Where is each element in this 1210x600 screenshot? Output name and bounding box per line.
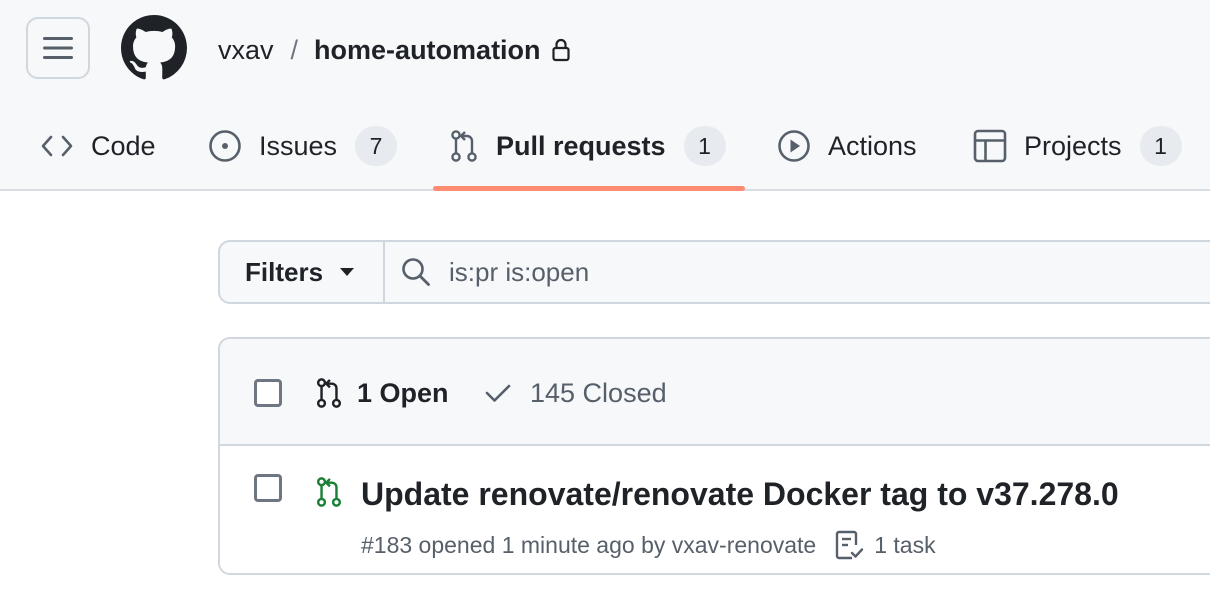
open-filter-link[interactable]: 1 Open bbox=[315, 375, 449, 411]
pull-request-list: 1 Open 145 Closed Update renovate/renova… bbox=[218, 337, 1210, 575]
tab-projects-label: Projects bbox=[1024, 130, 1122, 161]
pr-meta-text: #183 opened 1 minute ago by vxav-renovat… bbox=[361, 531, 817, 558]
pull-requests-counter-badge: 1 bbox=[683, 126, 726, 166]
table-icon bbox=[973, 129, 1007, 163]
github-logo-icon[interactable] bbox=[121, 15, 187, 81]
checklist-icon bbox=[834, 529, 864, 561]
check-icon bbox=[484, 382, 512, 404]
menu-button[interactable] bbox=[26, 17, 90, 79]
list-item: Update renovate/renovate Docker tag to v… bbox=[220, 446, 1210, 573]
git-pull-request-icon bbox=[449, 129, 479, 163]
pr-title-link[interactable]: Update renovate/renovate Docker tag to v… bbox=[361, 476, 1119, 513]
list-header: 1 Open 145 Closed bbox=[220, 339, 1210, 446]
git-pull-request-open-icon bbox=[315, 476, 343, 513]
filters-label: Filters bbox=[245, 256, 324, 287]
filter-bar: Filters is:pr is:open bbox=[218, 240, 1210, 304]
projects-counter-badge: 1 bbox=[1139, 126, 1182, 166]
pr-meta: #183 opened 1 minute ago by vxav-renovat… bbox=[361, 528, 936, 562]
pr-select-checkbox[interactable] bbox=[254, 474, 282, 502]
search-query: is:pr is:open bbox=[449, 256, 590, 287]
active-tab-underline bbox=[433, 186, 745, 191]
closed-count-label: 145 Closed bbox=[530, 377, 667, 408]
tab-projects[interactable]: Projects 1 bbox=[973, 120, 1182, 172]
select-all-checkbox[interactable] bbox=[254, 379, 282, 407]
issues-counter-badge: 7 bbox=[355, 126, 398, 166]
triangle-down-icon bbox=[340, 267, 355, 277]
code-icon bbox=[40, 134, 74, 158]
tab-actions-label: Actions bbox=[828, 130, 917, 161]
tab-code[interactable]: Code bbox=[40, 120, 156, 172]
closed-filter-link[interactable]: 145 Closed bbox=[484, 375, 667, 411]
open-count-label: 1 Open bbox=[357, 377, 449, 408]
repo-header: vxav / home-automation Code Issues 7 Pul… bbox=[0, 0, 1210, 191]
hamburger-icon bbox=[43, 37, 73, 59]
tab-issues-label: Issues bbox=[259, 130, 338, 161]
play-icon bbox=[777, 129, 811, 163]
git-pull-request-icon bbox=[315, 377, 343, 409]
tab-pull-requests-label: Pull requests bbox=[496, 130, 666, 161]
repo-owner-link[interactable]: vxav bbox=[218, 35, 274, 66]
breadcrumb-separator: / bbox=[290, 34, 299, 65]
search-icon bbox=[401, 257, 431, 287]
tab-actions[interactable]: Actions bbox=[777, 120, 917, 172]
tab-pull-requests[interactable]: Pull requests 1 bbox=[449, 120, 726, 172]
task-count[interactable]: 1 task bbox=[874, 532, 935, 559]
tab-issues[interactable]: Issues 7 bbox=[208, 120, 398, 172]
search-input[interactable]: is:pr is:open bbox=[385, 242, 1210, 302]
repo-name-link[interactable]: home-automation bbox=[314, 35, 541, 66]
lock-icon bbox=[551, 38, 571, 62]
issue-opened-icon bbox=[208, 129, 242, 163]
repo-breadcrumb: vxav / home-automation bbox=[218, 30, 571, 70]
filters-dropdown-button[interactable]: Filters bbox=[220, 242, 385, 302]
tab-code-label: Code bbox=[91, 130, 156, 161]
